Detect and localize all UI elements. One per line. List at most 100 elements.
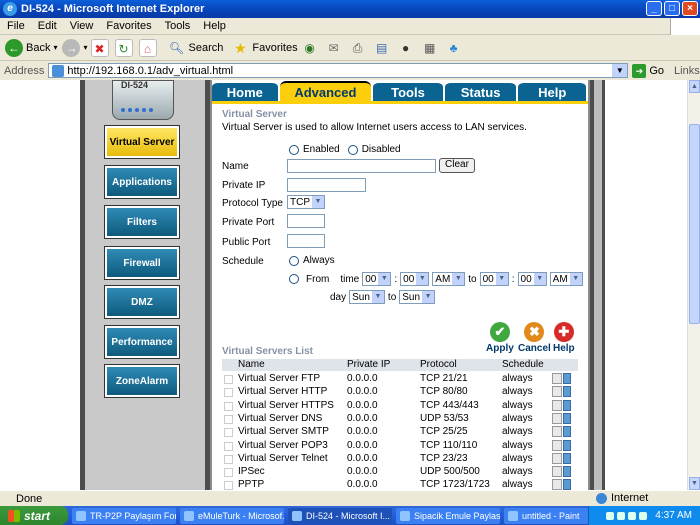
nav-dmz[interactable]: DMZ xyxy=(104,285,180,319)
nav-applications[interactable]: Applications xyxy=(104,165,180,199)
to-hour-select[interactable]: 00 ▼ xyxy=(479,272,509,286)
research-icon[interactable]: ▦ xyxy=(421,39,439,57)
always-radio[interactable] xyxy=(289,255,299,266)
print-icon[interactable]: ⎙ xyxy=(349,39,367,57)
edit-icon[interactable] xyxy=(552,439,562,451)
row-checkbox[interactable] xyxy=(224,428,233,438)
delete-icon[interactable] xyxy=(563,479,571,490)
delete-icon[interactable] xyxy=(563,386,571,398)
back-button[interactable]: ← Back ▾ xyxy=(5,38,57,57)
nav-zonealarm[interactable]: ZoneAlarm xyxy=(104,364,180,398)
edit-icon[interactable] xyxy=(552,399,562,411)
from-radio[interactable] xyxy=(289,274,299,284)
task-di524[interactable]: DI-524 - Microsoft I... xyxy=(288,507,392,524)
menu-file[interactable]: File xyxy=(7,20,25,32)
cancel-button[interactable]: ✖ Cancel xyxy=(518,322,551,354)
task-sipacik[interactable]: Sipacik Emule Paylasi... xyxy=(396,507,500,524)
favorites-button[interactable]: ★ Favorites xyxy=(228,39,298,57)
edit-icon[interactable] xyxy=(552,373,562,384)
address-input[interactable]: http://192.168.0.1/adv_virtual.html ▼ xyxy=(48,63,629,78)
row-checkbox[interactable] xyxy=(224,414,233,424)
row-checkbox[interactable] xyxy=(224,388,233,398)
minimize-button[interactable]: _ xyxy=(646,1,662,16)
home-icon[interactable]: ⌂ xyxy=(138,38,157,57)
delete-icon[interactable] xyxy=(563,466,571,478)
nav-firewall[interactable]: Firewall xyxy=(104,246,180,280)
task-tr-p2p[interactable]: TR-P2P Paylaşım For... xyxy=(72,507,176,524)
maximize-button[interactable]: □ xyxy=(664,1,680,16)
delete-icon[interactable] xyxy=(563,439,571,451)
from-ampm-select[interactable]: AM ▼ xyxy=(432,272,466,286)
name-input[interactable] xyxy=(287,159,436,173)
tab-tools[interactable]: Tools xyxy=(373,81,443,101)
media-icon[interactable]: ◉ xyxy=(301,39,319,57)
protocol-select[interactable]: TCP ▼ xyxy=(287,195,325,209)
scroll-thumb[interactable] xyxy=(689,124,700,324)
delete-icon[interactable] xyxy=(563,452,571,464)
edit-icon[interactable] xyxy=(552,426,562,438)
scroll-down-icon[interactable]: ▼ xyxy=(689,477,700,490)
enabled-radio[interactable] xyxy=(289,144,299,155)
menu-help[interactable]: Help xyxy=(203,20,226,32)
task-paint[interactable]: untitled - Paint xyxy=(504,507,590,524)
clear-button[interactable]: Clear xyxy=(439,158,475,173)
row-checkbox[interactable] xyxy=(224,481,233,490)
start-button[interactable]: start xyxy=(0,506,68,525)
edit-icon[interactable] xyxy=(552,479,562,490)
delete-icon[interactable] xyxy=(563,373,571,384)
delete-icon[interactable] xyxy=(563,399,571,411)
edit-icon[interactable] xyxy=(552,466,562,478)
menu-tools[interactable]: Tools xyxy=(165,20,191,32)
stop-icon[interactable]: ✖ xyxy=(90,38,109,57)
edit-icon[interactable] xyxy=(552,452,562,464)
vertical-scrollbar[interactable]: ▲ ▼ xyxy=(687,80,700,490)
apply-button[interactable]: ✔ Apply xyxy=(486,322,514,354)
back-dropdown-icon[interactable]: ▾ xyxy=(53,43,57,52)
windows-flag-icon xyxy=(8,509,20,522)
edit-icon[interactable] xyxy=(552,386,562,398)
go-button[interactable]: ➔ Go xyxy=(632,63,664,78)
tab-advanced[interactable]: Advanced xyxy=(279,81,372,101)
discuss-icon[interactable]: ● xyxy=(397,39,415,57)
private-port-input[interactable] xyxy=(287,214,325,228)
mail-icon[interactable]: ✉ xyxy=(325,39,343,57)
delete-icon[interactable] xyxy=(563,426,571,438)
delete-icon[interactable] xyxy=(563,412,571,424)
from-day-select[interactable]: Sun ▼ xyxy=(349,290,385,304)
disabled-radio[interactable] xyxy=(347,144,358,155)
nav-performance[interactable]: Performance xyxy=(104,325,180,359)
menu-edit[interactable]: Edit xyxy=(38,20,57,32)
close-button[interactable]: × xyxy=(682,1,698,16)
to-day-select[interactable]: Sun ▼ xyxy=(399,290,436,304)
menu-favorites[interactable]: Favorites xyxy=(106,20,151,32)
tab-help[interactable]: Help xyxy=(518,81,586,101)
tab-status[interactable]: Status xyxy=(444,81,517,101)
to-ampm-select[interactable]: AM ▼ xyxy=(549,272,583,286)
nav-filters[interactable]: Filters xyxy=(104,205,180,239)
help-button[interactable]: ✚ Help xyxy=(553,322,575,354)
to-minute-select[interactable]: 00 ▼ xyxy=(517,272,547,286)
refresh-icon[interactable]: ↻ xyxy=(114,38,133,57)
address-dropdown-icon[interactable]: ▼ xyxy=(612,64,628,77)
row-checkbox[interactable] xyxy=(224,401,233,411)
nav-virtual-server[interactable]: Virtual Server xyxy=(104,125,180,159)
private-ip-input[interactable] xyxy=(287,178,366,192)
menu-view[interactable]: View xyxy=(70,20,94,32)
row-checkbox[interactable] xyxy=(224,454,233,464)
messenger-icon[interactable]: ♣ xyxy=(445,39,463,57)
edit-icon[interactable] xyxy=(552,412,562,424)
from-minute-select[interactable]: 00 ▼ xyxy=(400,272,430,286)
tab-home[interactable]: Home xyxy=(212,81,278,101)
task-emuleturk[interactable]: eMuleTurk - Microsof... xyxy=(180,507,284,524)
row-checkbox[interactable] xyxy=(224,375,233,384)
links-button[interactable]: Links xyxy=(674,65,700,77)
scroll-up-icon[interactable]: ▲ xyxy=(689,80,700,93)
forward-dropdown-icon[interactable]: ▾ xyxy=(83,43,87,52)
search-button[interactable]: 🔍︎ Search xyxy=(165,39,223,57)
edit-icon[interactable]: ▤ xyxy=(373,39,391,57)
row-checkbox[interactable] xyxy=(224,441,233,451)
from-hour-select[interactable]: 00 ▼ xyxy=(362,272,392,286)
public-port-input[interactable] xyxy=(287,234,325,248)
row-checkbox[interactable] xyxy=(224,468,233,478)
forward-button[interactable]: → ▾ xyxy=(62,38,88,57)
